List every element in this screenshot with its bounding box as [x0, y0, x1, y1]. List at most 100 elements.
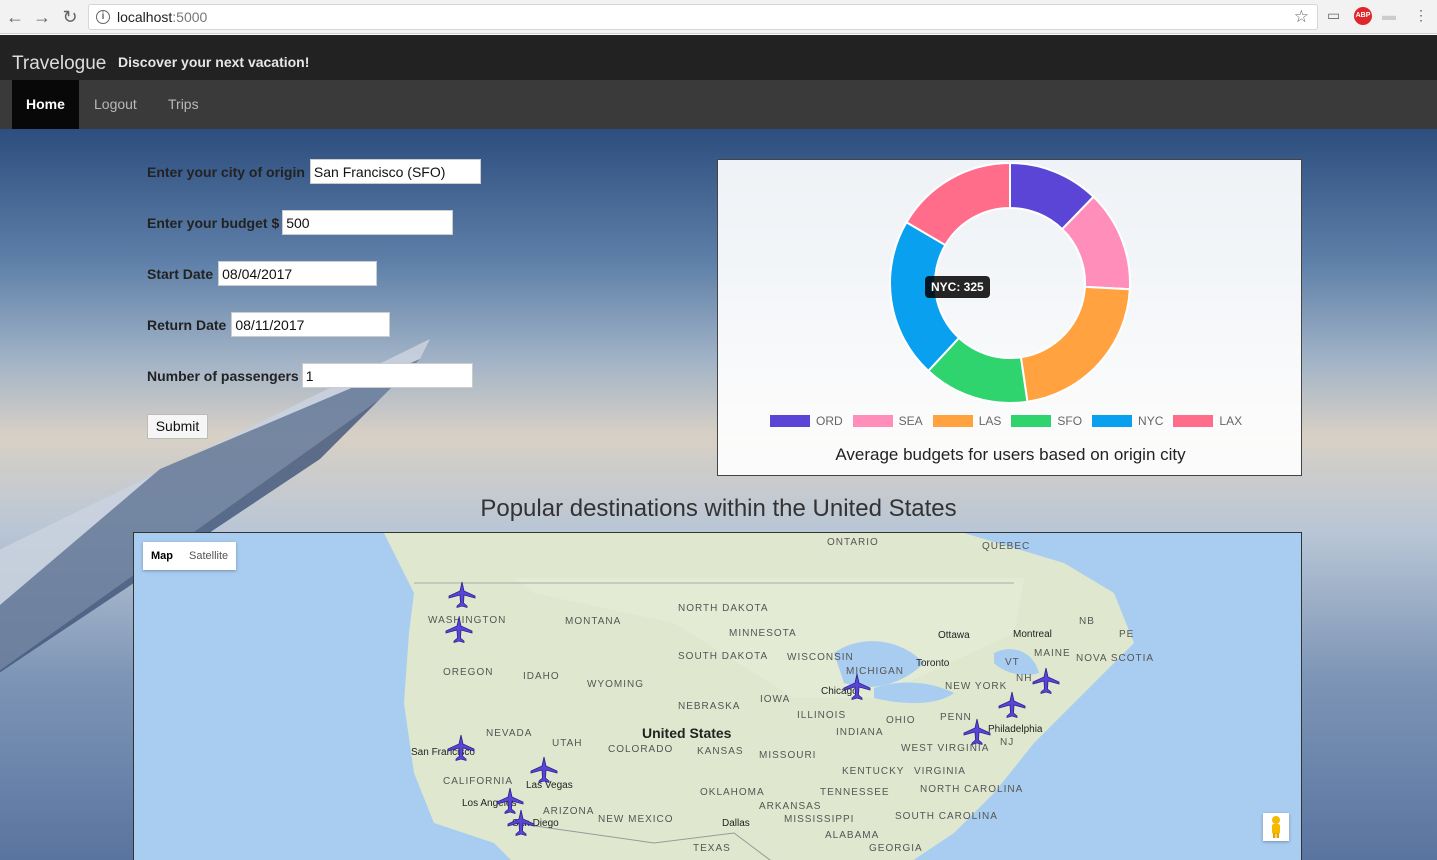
plane-marker-icon[interactable]	[842, 672, 872, 702]
legend-item-sea[interactable]: SEA	[852, 414, 923, 428]
legend-item-ord[interactable]: ORD	[770, 414, 843, 428]
legend-swatch	[1173, 415, 1214, 427]
nav-trips[interactable]: Trips	[154, 80, 213, 129]
map-label: NB	[1079, 616, 1095, 627]
pegman-icon[interactable]	[1263, 813, 1289, 841]
map-label: ILLINOIS	[797, 710, 847, 721]
nav-bar: Home Logout Trips	[0, 80, 1437, 129]
map-label: NJ	[1000, 737, 1015, 748]
start-date-input[interactable]	[218, 261, 378, 286]
chart-title: Average budgets for users based on origi…	[835, 445, 1186, 464]
origin-input[interactable]	[309, 159, 481, 184]
legend-label: SEA	[898, 414, 923, 428]
legend-item-nyc[interactable]: NYC	[1092, 414, 1163, 428]
map-label: COLORADO	[608, 744, 674, 755]
legend-item-lax[interactable]: LAX	[1173, 414, 1242, 428]
map-label: MONTANA	[565, 616, 622, 627]
forward-arrow-icon[interactable]: →	[31, 6, 53, 28]
map-label: PE	[1119, 629, 1135, 640]
map-label: MISSISSIPPI	[784, 814, 855, 825]
nav-home[interactable]: Home	[12, 80, 79, 129]
donut-slice-las[interactable]	[1019, 285, 1131, 403]
map-label: NORTH DAKOTA	[678, 603, 769, 614]
extension-icon[interactable]: ▬	[1382, 7, 1396, 23]
plane-marker-icon[interactable]	[444, 615, 474, 645]
map-type-map[interactable]: Map	[143, 542, 181, 570]
map-city: Ottawa	[938, 630, 970, 641]
app-header: Travelogue Discover your next vacation!	[0, 35, 1437, 80]
info-icon[interactable]: i	[96, 10, 110, 24]
map-label: MAINE	[1034, 648, 1071, 659]
return-date-row: Return Date	[147, 312, 391, 337]
map-type-satellite[interactable]: Satellite	[181, 542, 236, 570]
legend-swatch	[852, 415, 893, 427]
map-label: IOWA	[760, 694, 791, 705]
map-city: Dallas	[722, 818, 750, 829]
map-label: NEW MEXICO	[598, 814, 674, 825]
map-label: SOUTH CAROLINA	[895, 811, 998, 822]
map-label: WYOMING	[587, 679, 644, 690]
plane-marker-icon[interactable]	[529, 755, 559, 785]
legend-label: ORD	[816, 414, 843, 428]
origin-label: Enter your city of origin	[147, 163, 305, 180]
nav-logout[interactable]: Logout	[80, 80, 151, 129]
legend-label: LAS	[978, 414, 1002, 428]
plane-marker-icon[interactable]	[446, 733, 476, 763]
url-text: localhost:5000	[117, 9, 208, 25]
map-city: Montreal	[1013, 629, 1052, 640]
map-label: NEBRASKA	[678, 701, 741, 712]
legend-label: LAX	[1219, 414, 1243, 428]
doughnut-chart[interactable]	[718, 160, 1303, 410]
plane-marker-icon[interactable]	[1031, 666, 1061, 696]
map-label: KENTUCKY	[842, 766, 905, 777]
back-arrow-icon[interactable]: ←	[4, 6, 26, 28]
section-title: Popular destinations within the United S…	[480, 495, 957, 522]
map-label: TENNESSEE	[820, 787, 890, 798]
brand-logo[interactable]: Travelogue	[12, 53, 106, 75]
legend-item-las[interactable]: LAS	[932, 414, 1002, 428]
legend-label: SFO	[1057, 414, 1083, 428]
legend-item-sfo[interactable]: SFO	[1011, 414, 1082, 428]
map-label: INDIANA	[836, 727, 884, 738]
legend-swatch	[932, 415, 973, 427]
legend-swatch	[770, 415, 810, 427]
map-label: NH	[1016, 673, 1033, 684]
menu-icon[interactable]: ⋮	[1414, 7, 1428, 24]
map-label: QUEBEC	[982, 541, 1031, 552]
bookmark-star-icon[interactable]: ☆	[1294, 7, 1309, 27]
reload-icon[interactable]: ↻	[59, 6, 81, 28]
map-label: TEXAS	[693, 843, 731, 854]
passengers-input[interactable]	[301, 363, 473, 388]
plane-marker-icon[interactable]	[997, 690, 1027, 720]
adblock-icon[interactable]: ABP	[1354, 7, 1372, 25]
address-bar[interactable]: i localhost:5000 ☆	[88, 4, 1318, 30]
start-date-row: Start Date	[147, 261, 378, 286]
map-label: VT	[1005, 657, 1020, 668]
plane-marker-icon[interactable]	[962, 717, 992, 747]
submit-button[interactable]: Submit	[147, 414, 208, 439]
budget-label: Enter your budget $	[147, 214, 280, 231]
map-type-control: Map Satellite	[143, 542, 237, 570]
cast-icon[interactable]: ▭	[1327, 7, 1340, 24]
origin-row: Enter your city of origin	[147, 159, 481, 184]
map-label: NEVADA	[486, 728, 533, 739]
legend-label: NYC	[1138, 414, 1164, 428]
plane-marker-icon[interactable]	[506, 808, 536, 838]
budget-input[interactable]	[282, 210, 454, 235]
legend-swatch	[1092, 415, 1133, 427]
map-landmass	[384, 533, 1134, 860]
map-label: ARIZONA	[543, 806, 595, 817]
map-label: UTAH	[552, 738, 583, 749]
start-date-label: Start Date	[147, 265, 214, 282]
map-label: VIRGINIA	[914, 766, 966, 777]
destinations-map[interactable]: Map Satellite ONTARIO QUEBEC NORTH DAKOT…	[133, 532, 1302, 860]
map-label: ONTARIO	[827, 537, 879, 548]
plane-marker-icon[interactable]	[447, 580, 477, 610]
chart-tooltip: NYC: 325	[925, 276, 990, 298]
browser-toolbar: ← → ↻ i localhost:5000 ☆ ▭ ABP ▬ ⋮	[0, 0, 1437, 34]
map-label: WISCONSIN	[787, 652, 854, 663]
map-label: MISSOURI	[759, 750, 817, 761]
return-date-input[interactable]	[231, 312, 391, 337]
map-label: ALABAMA	[825, 830, 880, 841]
return-date-label: Return Date	[147, 316, 227, 333]
